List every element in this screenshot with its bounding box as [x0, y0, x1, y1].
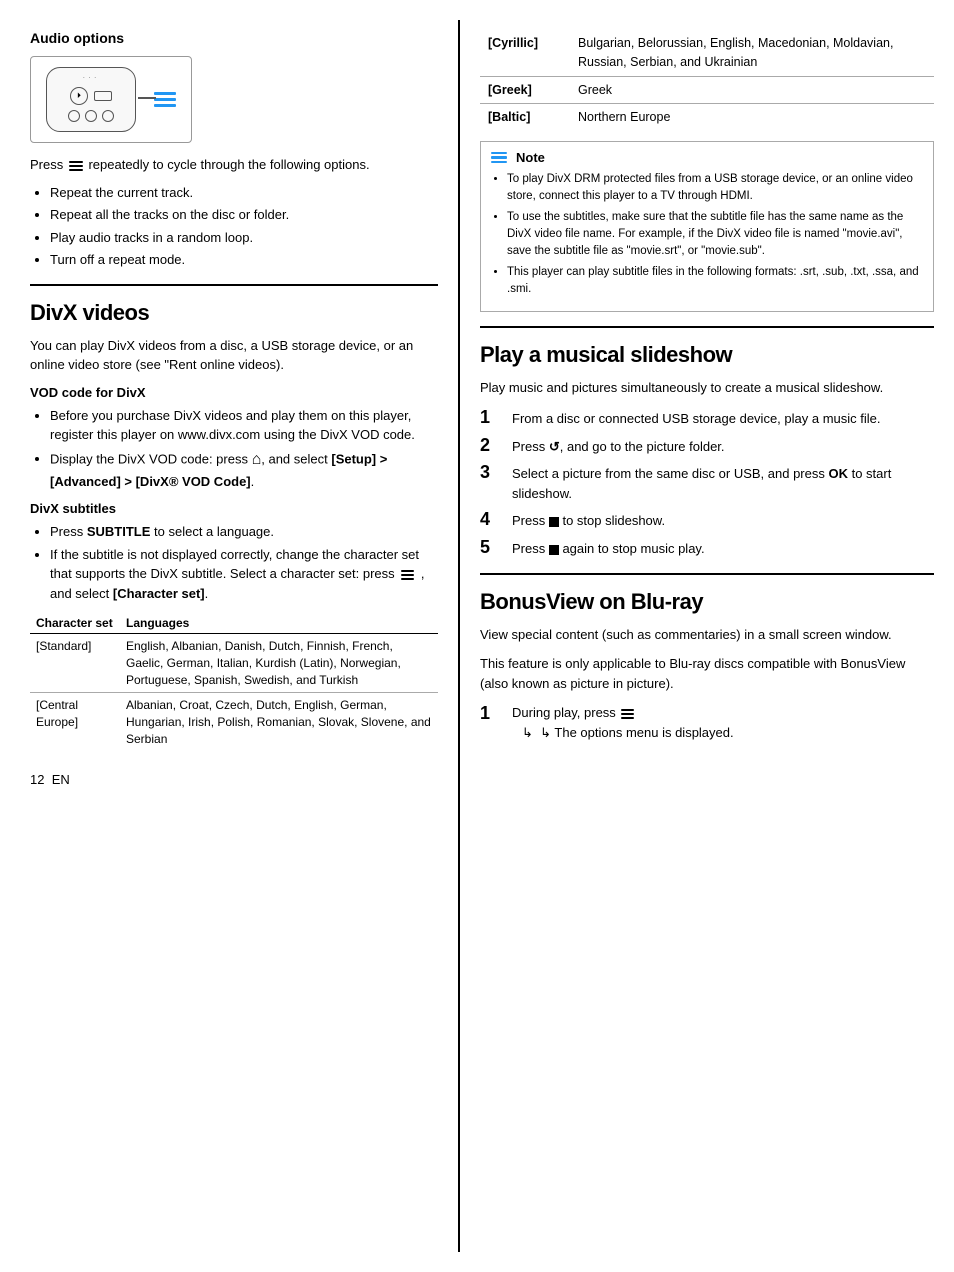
vod-bullet-1: Before you purchase DivX videos and play… — [50, 406, 438, 445]
bullet-item: Turn off a repeat mode. — [50, 250, 438, 270]
bullet-item: Repeat all the tracks on the disc or fol… — [50, 205, 438, 225]
section-divider-musical — [480, 326, 934, 328]
audio-diagram: ··· ⏵ — [30, 56, 192, 143]
table-row: [Cyrillic] Bulgarian, Belorussian, Engli… — [480, 30, 934, 76]
subtitle-bullet-1: Press SUBTITLE to select a language. — [50, 522, 438, 542]
musical-title: Play a musical slideshow — [480, 342, 934, 368]
lang-cyrillic: Bulgarian, Belorussian, English, Macedon… — [570, 30, 934, 76]
note-title: Note — [516, 150, 545, 165]
note-header: Note — [491, 150, 923, 165]
stop-icon-2 — [549, 545, 559, 555]
table-row: [Baltic] Northern Europe — [480, 104, 934, 131]
step-1-text: From a disc or connected USB storage dev… — [512, 407, 881, 429]
char-greek: [Greek] — [480, 76, 570, 104]
step-2: 2 Press ↺, and go to the picture folder. — [480, 435, 934, 457]
subtitle-bullet-2: If the subtitle is not displayed correct… — [50, 545, 438, 604]
step-3: 3 Select a picture from the same disc or… — [480, 462, 934, 503]
lang-baltic: Northern Europe — [570, 104, 934, 131]
character-set-bold: [Character set] — [113, 586, 205, 601]
bonusview-arrow-text: ↳ ↳ The options menu is displayed. — [522, 725, 734, 740]
bonusview-title: BonusView on Blu-ray — [480, 589, 934, 615]
vod-code-bold: [Setup] > [Advanced] > [DivX® VOD Code] — [50, 451, 387, 489]
bonusview-step-1-content: During play, press ↳ ↳ The options menu … — [512, 703, 734, 742]
table-header-char: Character set — [30, 613, 120, 634]
audio-press-text: Press repeatedly to cycle through the fo… — [30, 155, 438, 175]
step-4: 4 Press to stop slideshow. — [480, 509, 934, 531]
cyrillic-table: [Cyrillic] Bulgarian, Belorussian, Engli… — [480, 30, 934, 131]
bonusview-section: BonusView on Blu-ray View special conten… — [480, 589, 934, 743]
table-row: [Central Europe] Albanian, Croat, Czech,… — [30, 693, 438, 752]
musical-slideshow-section: Play a musical slideshow Play music and … — [480, 342, 934, 559]
bullet-item: Repeat the current track. — [50, 183, 438, 203]
lang-standard: English, Albanian, Danish, Dutch, Finnis… — [120, 634, 438, 693]
divx-intro: You can play DivX videos from a disc, a … — [30, 336, 438, 375]
vod-title: VOD code for DivX — [30, 385, 438, 400]
left-column: Audio options ··· ⏵ — [0, 20, 460, 1252]
page-lang: EN — [52, 772, 70, 787]
table-row: [Standard] English, Albanian, Danish, Du… — [30, 634, 438, 693]
note-icon — [491, 152, 507, 164]
vod-bullet-2: Display the DivX VOD code: press ⌂, and … — [50, 448, 438, 492]
char-cyrillic: [Cyrillic] — [480, 30, 570, 76]
char-set-standard: [Standard] — [30, 634, 120, 693]
bonusview-steps: 1 During play, press ↳ ↳ The options men… — [480, 703, 934, 742]
note-list: To play DivX DRM protected files from a … — [507, 171, 923, 298]
musical-steps: 1 From a disc or connected USB storage d… — [480, 407, 934, 558]
audio-options-section: Audio options ··· ⏵ — [30, 30, 438, 270]
bonusview-intro1: View special content (such as commentari… — [480, 625, 934, 645]
page-number: 12 — [30, 772, 44, 787]
subtitle-title: DivX subtitles — [30, 501, 438, 516]
table-row: [Greek] Greek — [480, 76, 934, 104]
note-box: Note To play DivX DRM protected files fr… — [480, 141, 934, 312]
step-2-text: Press ↺, and go to the picture folder. — [512, 435, 725, 457]
char-set-central: [Central Europe] — [30, 693, 120, 752]
lang-greek: Greek — [570, 76, 934, 104]
step-3-text: Select a picture from the same disc or U… — [512, 462, 934, 503]
divx-section: DivX videos You can play DivX videos fro… — [30, 300, 438, 752]
step-5-text: Press again to stop music play. — [512, 537, 705, 559]
right-column: [Cyrillic] Bulgarian, Belorussian, Engli… — [460, 20, 954, 1252]
audio-bullets: Repeat the current track. Repeat all the… — [50, 183, 438, 270]
section-divider — [30, 284, 438, 286]
section-divider-bonusview — [480, 573, 934, 575]
page-footer: 12 EN — [30, 772, 438, 787]
note-item: To play DivX DRM protected files from a … — [507, 171, 923, 204]
musical-intro: Play music and pictures simultaneously t… — [480, 378, 934, 398]
note-item: To use the subtitles, make sure that the… — [507, 209, 923, 259]
subtitle-bullets: Press SUBTITLE to select a language. If … — [50, 522, 438, 603]
char-baltic: [Baltic] — [480, 104, 570, 131]
audio-options-title: Audio options — [30, 30, 438, 46]
bonusview-intro2: This feature is only applicable to Blu-r… — [480, 654, 934, 693]
bullet-item: Play audio tracks in a random loop. — [50, 228, 438, 248]
stop-icon — [549, 517, 559, 527]
step-1: 1 From a disc or connected USB storage d… — [480, 407, 934, 429]
lang-central: Albanian, Croat, Czech, Dutch, English, … — [120, 693, 438, 752]
character-table: Character set Languages [Standard] Engli… — [30, 613, 438, 752]
divx-title: DivX videos — [30, 300, 438, 326]
table-header-lang: Languages — [120, 613, 438, 634]
vod-bullets: Before you purchase DivX videos and play… — [50, 406, 438, 492]
step-4-text: Press to stop slideshow. — [512, 509, 665, 531]
step-5: 5 Press again to stop music play. — [480, 537, 934, 559]
note-item: This player can play subtitle files in t… — [507, 264, 923, 297]
bonusview-step-1: 1 During play, press ↳ ↳ The options men… — [480, 703, 934, 742]
